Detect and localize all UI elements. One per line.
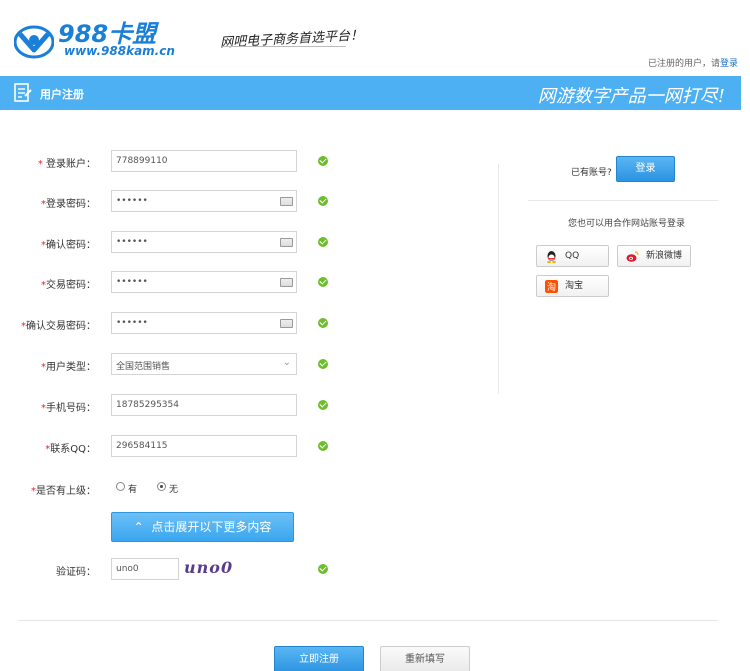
partner-login-text: 您也可以用合作网站账号登录	[568, 219, 686, 229]
reset-button[interactable]: 重新填写	[380, 646, 470, 671]
qq-login-button[interactable]: QQ	[536, 245, 609, 267]
logo-icon	[14, 25, 54, 59]
qq-icon	[547, 251, 556, 263]
phone-label: *手机号码：	[41, 403, 96, 414]
captcha-row: 验证码： uno0	[0, 558, 340, 582]
panel-divider	[498, 164, 499, 394]
confirm-password-row: *确认密码： ••••••	[0, 231, 340, 255]
confirm-trade-password-label: *确认交易密码：	[21, 321, 96, 332]
bar-slogan: 网游数字产品一网打尽!	[537, 86, 725, 107]
qq-input[interactable]: 296584115	[111, 435, 297, 457]
superior-yes-radio[interactable]	[116, 482, 125, 491]
trade-password-input[interactable]: ••••••	[111, 271, 297, 293]
check-ok-icon	[318, 277, 328, 287]
confirm-trade-password-row: *确认交易密码： ••••••	[0, 312, 340, 336]
qq-label: *联系QQ：	[45, 444, 96, 455]
expand-more-button[interactable]: ⌃ 点击展开以下更多内容	[111, 512, 294, 542]
check-ok-icon	[318, 441, 328, 451]
header-login-link[interactable]: 登录	[720, 59, 738, 69]
qq-row: *联系QQ： 296584115	[0, 435, 340, 459]
register-button[interactable]: 立即注册	[274, 646, 364, 671]
phone-input[interactable]: 18785295354	[111, 394, 297, 416]
svg-text:淘: 淘	[547, 281, 556, 293]
user-type-select[interactable]: 全国范围销售 ⌄	[111, 353, 297, 375]
trade-password-label: *交易密码：	[41, 280, 96, 291]
captcha-image[interactable]: uno0	[184, 558, 246, 580]
registered-prompt-text: 已注册的用户，请	[647, 59, 720, 69]
login-button[interactable]: 登录	[616, 156, 675, 182]
taobao-login-button[interactable]: 淘 淘宝	[536, 275, 609, 297]
title-bar: 用户注册 网游数字产品一网打尽!	[0, 76, 741, 110]
user-type-row: *用户类型： 全国范围销售 ⌄	[0, 353, 340, 377]
keyboard-icon[interactable]	[280, 197, 293, 206]
have-account-text: 已有账号?	[571, 168, 612, 178]
superior-label: *是否有上级：	[31, 486, 96, 497]
check-ok-icon	[318, 318, 328, 328]
site-logo[interactable]: 988卡盟 www.988kam.cn	[14, 14, 184, 62]
form-divider	[18, 620, 718, 621]
check-ok-icon	[318, 400, 328, 410]
slogan-underline	[222, 46, 346, 47]
account-label: * 登录账户：	[37, 159, 96, 170]
page-title: 用户注册	[40, 88, 84, 101]
password-row: *登录密码： ••••••	[0, 190, 340, 214]
phone-row: *手机号码： 18785295354	[0, 394, 340, 418]
side-divider	[528, 200, 718, 201]
account-row: * 登录账户： 778899110	[0, 150, 340, 174]
password-input[interactable]: ••••••	[111, 190, 297, 212]
check-ok-icon	[318, 156, 328, 166]
keyboard-icon[interactable]	[280, 278, 293, 287]
weibo-login-button[interactable]: 新浪微博	[617, 245, 691, 267]
user-type-label: *用户类型：	[41, 362, 96, 373]
register-form-icon	[14, 83, 32, 102]
taobao-icon: 淘	[545, 280, 558, 293]
captcha-label: 验证码：	[56, 567, 96, 578]
check-ok-icon	[318, 237, 328, 247]
superior-no-label: 无	[169, 485, 179, 495]
check-ok-icon	[318, 359, 328, 369]
keyboard-icon[interactable]	[280, 319, 293, 328]
confirm-password-label: *确认密码：	[41, 240, 96, 251]
superior-yes-label: 有	[128, 485, 138, 495]
superior-no-radio[interactable]	[157, 482, 166, 491]
chevron-up-icon: ⌃	[133, 520, 152, 534]
weibo-icon	[626, 251, 639, 262]
captcha-input[interactable]: uno0	[111, 558, 179, 580]
trade-password-row: *交易密码： ••••••	[0, 271, 340, 295]
account-input[interactable]: 778899110	[111, 150, 297, 172]
password-label: *登录密码：	[41, 199, 96, 210]
keyboard-icon[interactable]	[280, 238, 293, 247]
superior-row: *是否有上级： 有 无	[0, 481, 340, 501]
registered-login-prompt: 已注册的用户，请登录	[648, 56, 738, 69]
confirm-password-input[interactable]: ••••••	[111, 231, 297, 253]
check-ok-icon	[318, 196, 328, 206]
logo-url: www.988kam.cn	[64, 44, 175, 58]
chevron-down-icon: ⌄	[282, 357, 291, 368]
check-ok-icon	[318, 564, 328, 574]
confirm-trade-password-input[interactable]: ••••••	[111, 312, 297, 334]
